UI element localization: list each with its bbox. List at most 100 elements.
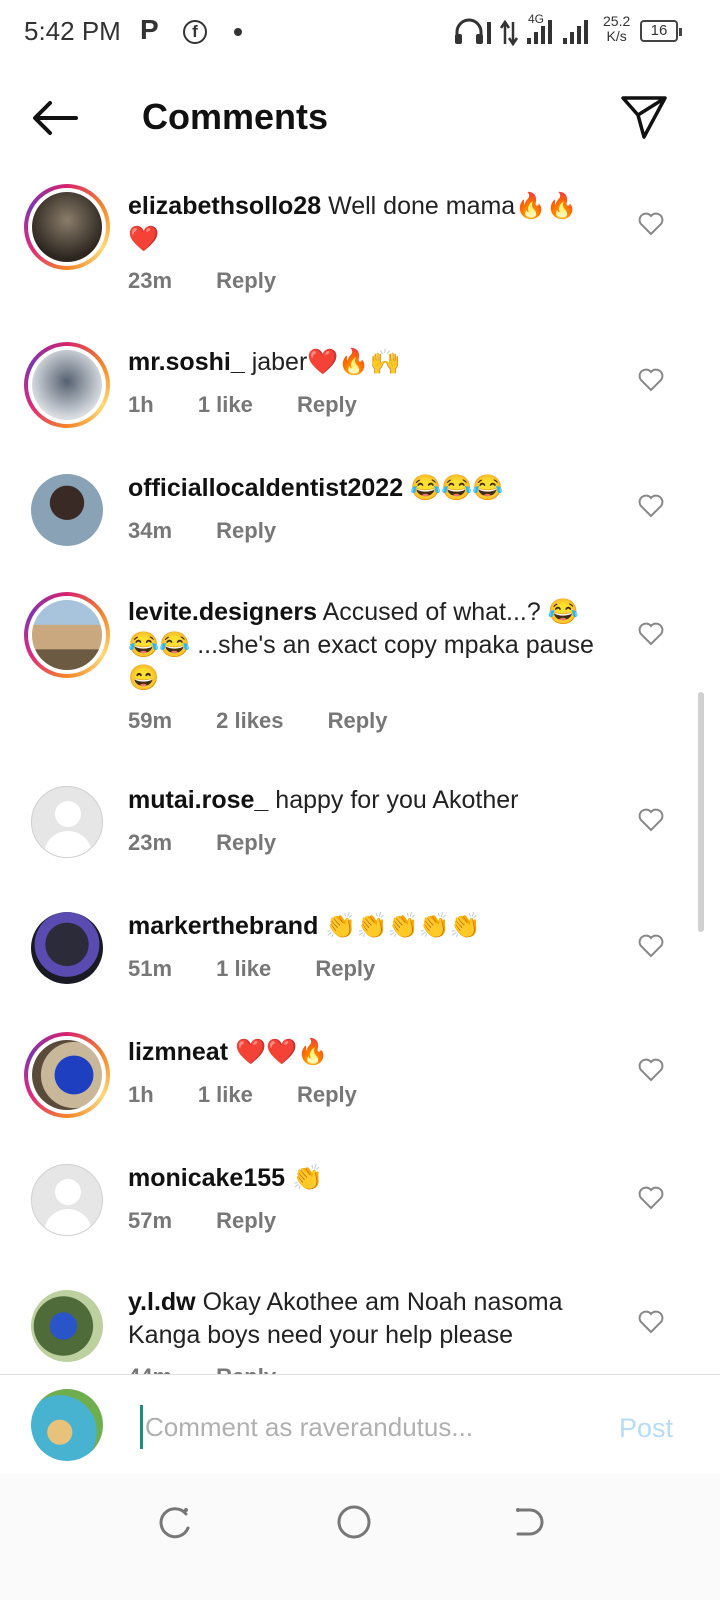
default-avatar-icon: [55, 801, 81, 827]
post-button[interactable]: Post: [619, 1413, 673, 1444]
comment-username[interactable]: levite.designers: [128, 598, 317, 626]
comment-text: officiallocaldentist2022 😂😂😂: [128, 472, 608, 505]
comment-text: mutai.rose_ happy for you Akother: [128, 784, 608, 817]
comment-text: monicake155 👏: [128, 1162, 608, 1195]
avatar[interactable]: [24, 592, 110, 678]
avatar[interactable]: [24, 184, 110, 270]
avatar[interactable]: [31, 912, 103, 984]
back-nav-icon[interactable]: [508, 1502, 548, 1542]
avatar[interactable]: [31, 1290, 103, 1362]
speed-unit: K/s: [606, 28, 627, 44]
battery-icon: 16: [640, 20, 682, 42]
comment-time: 34m: [128, 518, 173, 543]
comment-text: levite.designers Accused of what...? 😂😂😂…: [128, 596, 608, 695]
reply-button[interactable]: Reply: [328, 708, 388, 733]
comment-text: mr.soshi_ jaber❤️🔥🙌: [128, 346, 608, 379]
facebook-icon: f: [183, 20, 207, 44]
heart-icon[interactable]: [638, 1186, 664, 1210]
reply-button[interactable]: Reply: [216, 1364, 276, 1374]
comment-username[interactable]: y.l.dw: [128, 1288, 196, 1316]
heart-icon[interactable]: [638, 1310, 664, 1334]
comment-meta: 34m Reply: [128, 518, 314, 544]
heart-icon[interactable]: [638, 212, 664, 236]
comment-time: 51m: [128, 956, 173, 981]
paper-plane-icon[interactable]: [620, 94, 668, 140]
status-bar: 5:42 PM P f 4G 25.2 K/s 16: [0, 0, 720, 66]
page-title: Comments: [142, 96, 329, 137]
comment-text: markerthebrand 👏👏👏👏👏: [128, 910, 608, 943]
comment-time: 59m: [128, 708, 173, 733]
arrow-left-icon[interactable]: [30, 98, 80, 138]
p-app-icon: P: [140, 14, 159, 45]
comment-body: happy for you Akother: [275, 786, 519, 814]
default-avatar-icon: [55, 1179, 81, 1205]
reply-button[interactable]: Reply: [315, 956, 375, 981]
comment-meta: 51m 1 like Reply: [128, 956, 413, 982]
comment-body: 👏👏👏👏👏: [325, 912, 481, 940]
comment-username[interactable]: monicake155: [128, 1164, 285, 1192]
comment-meta: 1h 1 like Reply: [128, 1082, 395, 1108]
heart-icon[interactable]: [638, 1058, 664, 1082]
comment-meta: 1h 1 like Reply: [128, 392, 395, 418]
comment-username[interactable]: lizmneat: [128, 1038, 228, 1066]
comment-meta: 23m Reply: [128, 268, 314, 294]
comment-time: 1h: [128, 1082, 154, 1107]
comment-meta: 59m 2 likes Reply: [128, 708, 426, 734]
comment-time: 44m: [128, 1364, 172, 1374]
reply-button[interactable]: Reply: [216, 1208, 276, 1233]
comment-text: y.l.dw Okay Akothee am Noah nasoma Kanga…: [128, 1286, 608, 1352]
recent-apps-icon[interactable]: [156, 1502, 196, 1542]
reply-button[interactable]: Reply: [297, 392, 357, 417]
comment-username[interactable]: officiallocaldentist2022: [128, 474, 403, 502]
comment-body: 👏: [292, 1164, 324, 1192]
heart-icon[interactable]: [638, 622, 664, 646]
comment-body: jaber❤️🔥🙌: [251, 348, 401, 376]
comment-meta: 57m Reply: [128, 1208, 314, 1234]
comment-meta: 44m Reply: [128, 1364, 314, 1374]
scrollbar[interactable]: [698, 692, 704, 932]
avatar[interactable]: [24, 1032, 110, 1118]
avatar[interactable]: [31, 474, 103, 546]
notification-dot-icon: [234, 28, 242, 36]
reply-button[interactable]: Reply: [216, 518, 276, 543]
current-user-avatar: [31, 1389, 103, 1461]
comments-list[interactable]: elizabethsollo28 Well done mama🔥🔥❤️ 23m …: [0, 176, 720, 1374]
speed-value: 25.2: [603, 13, 631, 29]
app-bar: Comments: [0, 66, 720, 176]
reply-button[interactable]: Reply: [297, 1082, 357, 1107]
comment-likes[interactable]: 1 like: [216, 956, 271, 981]
home-icon[interactable]: [334, 1502, 374, 1542]
avatar[interactable]: [31, 786, 103, 858]
network-type: 4G: [528, 12, 545, 26]
comment-likes[interactable]: 1 like: [198, 1082, 253, 1107]
comment-username[interactable]: elizabethsollo28: [128, 192, 321, 220]
heart-icon[interactable]: [638, 808, 664, 832]
comment-body: 😂😂😂: [410, 474, 504, 502]
comment-body: ❤️❤️🔥: [234, 1038, 329, 1066]
comment-text: elizabethsollo28 Well done mama🔥🔥❤️: [128, 190, 608, 256]
system-nav-bar: [0, 1474, 720, 1600]
heart-icon[interactable]: [638, 368, 664, 392]
avatar[interactable]: [24, 342, 110, 428]
comment-likes[interactable]: 1 like: [198, 392, 253, 417]
comment-username[interactable]: mr.soshi_: [128, 348, 245, 376]
comment-composer: Post: [0, 1374, 720, 1475]
avatar[interactable]: [31, 1164, 103, 1236]
comment-time: 23m: [128, 830, 173, 855]
network-speed: 25.2 K/s: [603, 14, 630, 44]
comment-time: 1h: [128, 392, 154, 417]
reply-button[interactable]: Reply: [216, 830, 276, 855]
comment-input[interactable]: [140, 1405, 597, 1449]
status-time: 5:42 PM: [24, 16, 121, 46]
heart-icon[interactable]: [638, 934, 664, 958]
heart-icon[interactable]: [638, 494, 664, 518]
reply-button[interactable]: Reply: [216, 268, 276, 293]
default-avatar-body: [44, 831, 92, 857]
comment-username[interactable]: mutai.rose_: [128, 786, 268, 814]
comment-username[interactable]: markerthebrand: [128, 912, 318, 940]
comment-likes[interactable]: 2 likes: [216, 708, 283, 733]
comment-meta: 23m Reply: [128, 830, 314, 856]
comment-text: lizmneat ❤️❤️🔥: [128, 1036, 608, 1069]
comment-time: 57m: [128, 1208, 173, 1233]
comment-time: 23m: [128, 268, 173, 293]
